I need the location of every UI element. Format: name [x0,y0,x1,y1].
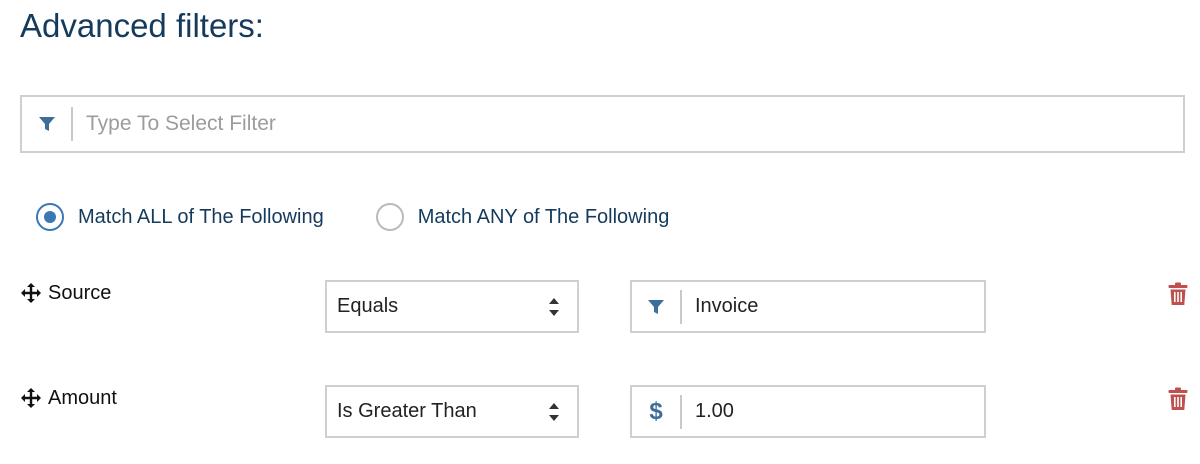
value-field[interactable] [630,280,986,333]
delete-rule-button[interactable] [1166,281,1190,307]
filter-rule-source: Source Equals [20,278,1195,334]
operator-select[interactable]: Is Greater Than [325,385,579,438]
value-field[interactable]: $ [630,385,986,438]
match-all-label: Match ALL of The Following [78,205,324,228]
dollar-icon: $ [632,394,682,429]
filter-icon [632,289,682,324]
rule-name: Amount [20,385,117,411]
filter-search-box[interactable] [20,95,1185,153]
select-arrows-icon [545,399,563,425]
match-any-label: Match ANY of The Following [417,205,670,228]
radio-selected-dot [44,211,56,223]
rule-field-label: Amount [48,386,117,409]
filter-rule-amount: Amount Is Greater Than $ [20,383,1195,439]
select-arrows-icon [545,294,563,320]
rule-name: Source [20,280,111,306]
rule-field-label: Source [48,281,112,304]
filter-icon [23,107,73,141]
move-handle-icon[interactable] [20,282,42,304]
trash-icon [1168,387,1188,410]
match-mode-group: Match ALL of The Following Match ANY of … [36,200,669,234]
value-input[interactable] [682,392,984,431]
operator-selected-value: Equals [337,295,399,317]
match-all-radio[interactable] [36,203,64,231]
match-any-option[interactable]: Match ANY of The Following [375,203,670,231]
match-all-option[interactable]: Match ALL of The Following [36,203,324,231]
delete-rule-button[interactable] [1166,386,1190,412]
dollar-symbol: $ [649,397,663,425]
page-title: Advanced filters: [20,7,264,44]
match-any-radio[interactable] [375,203,404,231]
value-input[interactable] [682,287,984,326]
move-handle-icon[interactable] [20,387,42,409]
advanced-filters-panel: Advanced filters: Match ALL of The Follo… [0,0,1200,464]
operator-select[interactable]: Equals [325,280,579,333]
operator-selected-value: Is Greater Than [337,400,477,422]
trash-icon [1168,282,1188,305]
filter-search-input[interactable] [73,103,1183,145]
